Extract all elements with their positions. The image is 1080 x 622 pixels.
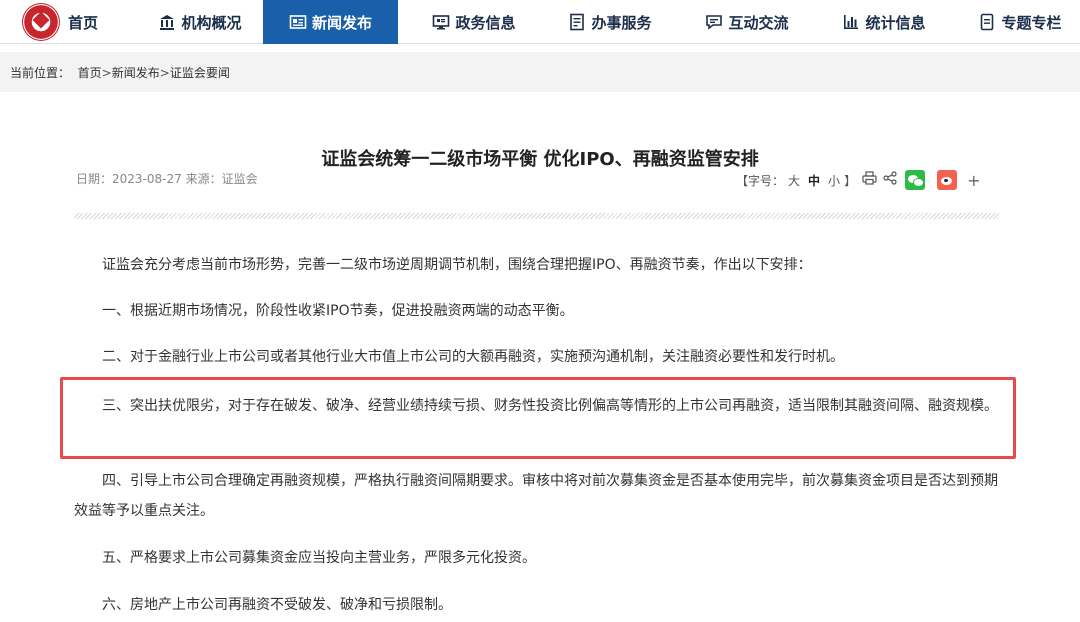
nav-item-label: 办事服务 — [591, 13, 652, 32]
nav-item-label: 统计信息 — [865, 13, 926, 32]
nav-item-statistics[interactable]: 统计信息 — [834, 0, 934, 44]
breadcrumb-prefix: 当前位置： — [10, 66, 71, 80]
article-paragraph: 证监会充分考虑当前市场形势，完善一二级市场逆周期调节机制，围绕合理把握IPO、再… — [102, 257, 812, 273]
article-paragraph: 六、房地产上市公司再融资不受破发、破净和亏损限制。 — [102, 597, 452, 613]
nav-item-label: 专题专栏 — [1001, 13, 1062, 32]
nav-item-special-topics[interactable]: 专题专栏 — [970, 0, 1070, 44]
chat-icon — [705, 13, 723, 31]
nav-item-label: 政务信息 — [455, 13, 516, 32]
nav-item-label: 新闻发布 — [311, 13, 372, 32]
csrc-logo-icon[interactable] — [22, 3, 60, 41]
print-icon[interactable] — [862, 171, 877, 189]
news-icon — [289, 13, 307, 31]
bar-chart-icon — [842, 13, 860, 31]
share-icon[interactable] — [883, 171, 897, 189]
article-date: 2023-08-27 — [112, 172, 182, 186]
weibo-share-icon[interactable] — [937, 170, 958, 190]
article-paragraph: 二、对于金融行业上市公司或者其他行业大市值上市公司的大额再融资，实施预沟通机制，… — [102, 349, 844, 365]
nav-item-interaction[interactable]: 互动交流 — [697, 0, 797, 44]
source-label: 来源： — [185, 172, 222, 186]
date-label: 日期： — [76, 172, 113, 186]
font-size-label-close: 】 — [844, 173, 857, 188]
document-icon — [568, 13, 586, 31]
article-divider — [74, 213, 999, 219]
building-icon — [158, 13, 176, 31]
article-meta: 日期：2023-08-27 来源：证监会 — [76, 170, 258, 187]
article-tools: 【字号： 大 中 小 】 + — [736, 168, 980, 192]
font-size-label: 【字号： — [736, 173, 785, 188]
font-size-small-button[interactable]: 小 — [828, 172, 840, 189]
breadcrumb: 当前位置： 首页>新闻发布>证监会要闻 — [10, 64, 230, 81]
nav-item-label: 互动交流 — [728, 13, 789, 32]
wechat-share-icon[interactable] — [905, 170, 926, 190]
breadcrumb-item-news[interactable]: 新闻发布 — [112, 66, 160, 80]
article-paragraph: 五、严格要求上市公司募集资金应当投向主营业务，严限多元化投资。 — [102, 550, 536, 566]
font-size-medium-button[interactable]: 中 — [808, 172, 820, 189]
nav-item-government-info[interactable]: 政务信息 — [424, 0, 524, 44]
breadcrumb-item-home[interactable]: 首页 — [78, 66, 102, 80]
article-paragraph: 一、根据近期市场情况，阶段性收紧IPO节奏，促进投融资两端的动态平衡。 — [102, 303, 574, 319]
breadcrumb-item-current[interactable]: 证监会要闻 — [170, 66, 230, 80]
nav-item-news[interactable]: 新闻发布 — [263, 0, 398, 44]
page-icon — [978, 13, 996, 31]
nav-item-label: 首页 — [67, 13, 98, 32]
nav-item-services[interactable]: 办事服务 — [560, 0, 660, 44]
highlight-box — [60, 377, 1016, 459]
breadcrumb-separator: > — [159, 66, 170, 80]
top-navigation: 首页 机构概况 新闻发布 政务信息 办事服务 互动交流 统计信息 专题专栏 — [0, 0, 1080, 44]
monitor-icon — [432, 13, 450, 31]
article-paragraph: 四、引导上市公司合理确定再融资规模，严格执行融资间隔期要求。审核中将对前次募集资… — [74, 473, 998, 519]
nav-item-label: 机构概况 — [181, 13, 242, 32]
breadcrumb-separator: > — [101, 66, 112, 80]
nav-item-institution[interactable]: 机构概况 — [150, 0, 250, 44]
article-source: 证监会 — [221, 172, 258, 186]
font-size-large-button[interactable]: 大 — [788, 172, 800, 189]
more-share-icon[interactable]: + — [967, 171, 980, 190]
nav-item-home[interactable]: 首页 — [62, 0, 104, 44]
